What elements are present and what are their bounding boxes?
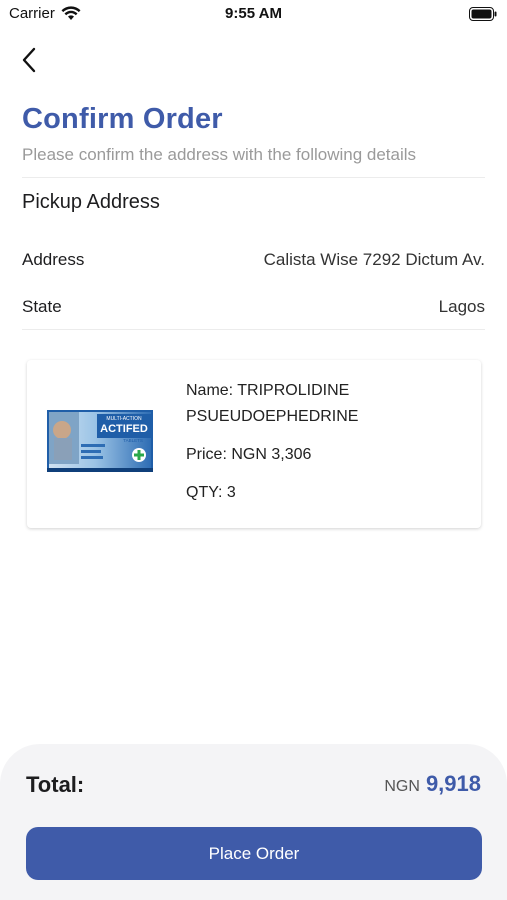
product-name-line1: Name: TRIPROLIDINE: [186, 382, 350, 399]
page-title: Confirm Order: [22, 103, 223, 135]
page-subtitle: Please confirm the address with the foll…: [22, 145, 417, 164]
total-value: 9,918: [425, 771, 481, 796]
back-button[interactable]: [14, 44, 44, 76]
pickup-address-heading: Pickup Address: [22, 191, 160, 213]
product-price: Price: NGN 3,306: [186, 446, 312, 463]
state-value: Lagos: [438, 297, 485, 316]
status-bar: Carrier 9:55 AM: [0, 0, 507, 28]
divider: [22, 329, 485, 330]
product-image-form: TABLETS: [123, 438, 143, 443]
divider: [22, 177, 485, 178]
address-label: Address: [22, 250, 85, 269]
status-time: 9:55 AM: [225, 5, 282, 22]
product-image-brand: ACTIFED: [100, 423, 148, 435]
address-value: Calista Wise 7292 Dictum Av.: [263, 250, 485, 269]
product-image: MULTI-ACTION ACTIFED TABLETS: [47, 410, 153, 472]
chevron-left-icon: [22, 47, 36, 73]
product-qty: QTY: 3: [186, 484, 236, 501]
total-label: Total:: [26, 772, 85, 797]
state-label: State: [22, 297, 62, 316]
product-card: MULTI-ACTION ACTIFED TABLETS Name: TRIPR…: [27, 360, 481, 528]
total-amount: NGN 9,918: [384, 771, 481, 797]
order-summary-panel: Total: NGN 9,918 Place Order: [0, 744, 507, 900]
product-image-top-text: MULTI-ACTION: [106, 416, 142, 422]
place-order-label: Place Order: [208, 843, 300, 863]
product-name-line2: PSUEUDOEPHEDRINE: [186, 408, 359, 425]
place-order-button[interactable]: Place Order: [26, 827, 482, 880]
total-currency: NGN: [384, 778, 420, 795]
battery-icon: [469, 7, 497, 21]
